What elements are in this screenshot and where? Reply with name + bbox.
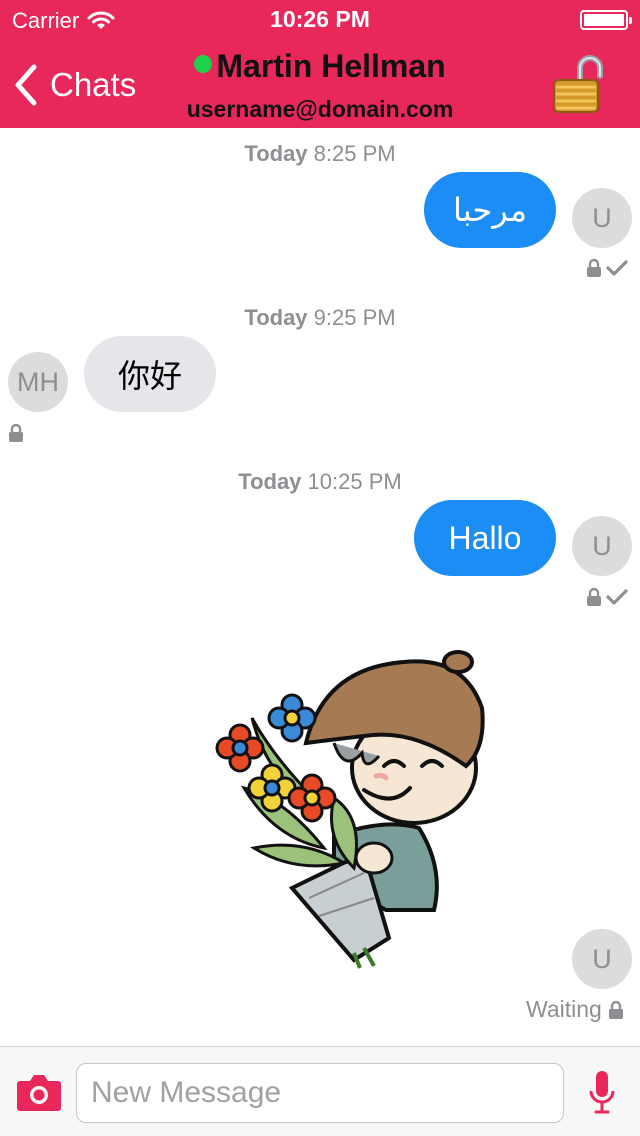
- lock-icon: [587, 587, 601, 606]
- chat-header: Carrier 10:26 PM Chats Martin Hellman us…: [0, 0, 640, 128]
- contact-email: username@domain.com: [186, 96, 454, 122]
- encryption-toggle-button[interactable]: [550, 52, 610, 116]
- avatar[interactable]: U: [572, 516, 632, 576]
- camera-button[interactable]: [16, 1071, 62, 1113]
- contact-title[interactable]: Martin Hellman: [0, 48, 640, 85]
- lock-icon: [608, 1000, 623, 1019]
- message-bubble-incoming[interactable]: 你好: [84, 336, 216, 412]
- message-timestamp: Today 10:25 PM: [238, 469, 402, 494]
- battery-icon: [580, 10, 632, 30]
- online-status-icon: [194, 55, 213, 73]
- message-timestamp: Today 8:25 PM: [244, 141, 396, 166]
- lock-icon: [587, 258, 601, 277]
- message-status: Waiting: [526, 996, 624, 1023]
- message-status-label: Waiting: [526, 996, 602, 1022]
- message-bubble-outgoing[interactable]: Hallo: [414, 500, 556, 576]
- contact-name: Martin Hellman: [216, 48, 446, 84]
- camera-icon: [17, 1075, 61, 1111]
- microphone-icon: [589, 1071, 615, 1114]
- message-status: [586, 587, 628, 607]
- microphone-button[interactable]: [588, 1069, 616, 1117]
- message-input-bar: [0, 1046, 640, 1136]
- checkmark-icon: [606, 260, 628, 276]
- lock-icon: [9, 423, 23, 442]
- status-time: 10:26 PM: [270, 6, 370, 32]
- open-padlock-icon: [553, 55, 603, 113]
- message-bubble-outgoing[interactable]: مرحبا: [424, 172, 556, 248]
- checkmark-icon: [606, 589, 628, 605]
- message-status: [586, 258, 628, 278]
- message-status: [8, 423, 24, 443]
- sticker-image[interactable]: [214, 648, 504, 970]
- message-timestamp: Today 9:25 PM: [244, 305, 396, 330]
- avatar[interactable]: U: [572, 188, 632, 248]
- avatar[interactable]: MH: [8, 352, 68, 412]
- avatar[interactable]: U: [572, 929, 632, 989]
- message-input[interactable]: [76, 1063, 564, 1123]
